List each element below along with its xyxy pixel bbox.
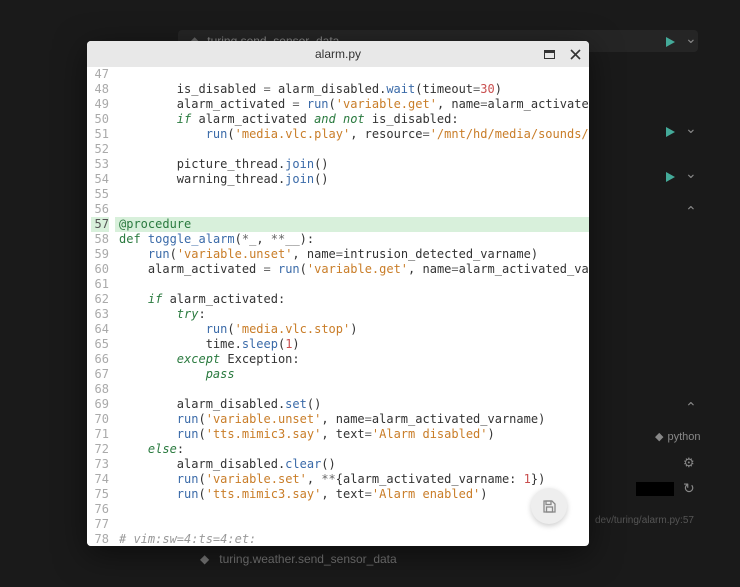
line-number: 78 [91,532,109,546]
code-line[interactable]: run('variable.unset', name=intrusion_det… [115,247,589,262]
code-line[interactable]: def toggle_alarm(*_, **__): [115,232,589,247]
code-content[interactable]: is_disabled = alarm_disabled.wait(timeou… [115,67,589,546]
code-line[interactable]: @procedure [115,217,589,232]
line-number: 69 [91,397,109,412]
line-number: 72 [91,442,109,457]
settings-icon[interactable]: ⚙ [683,455,695,471]
line-number: 55 [91,187,109,202]
line-number: 71 [91,427,109,442]
run-icon[interactable] [660,122,680,142]
chevron-up-icon[interactable]: ⌄ [685,202,697,219]
file-path: dev/turing/alarm.py:57 [595,515,694,526]
line-number: 76 [91,502,109,517]
run-icon[interactable] [660,32,680,52]
line-number: 77 [91,517,109,532]
code-line[interactable] [115,517,589,532]
line-number: 62 [91,292,109,307]
code-line[interactable] [115,277,589,292]
line-number: 65 [91,337,109,352]
code-line[interactable]: pass [115,367,589,382]
code-line[interactable]: is_disabled = alarm_disabled.wait(timeou… [115,82,589,97]
refresh-icon[interactable]: ↻ [683,480,695,497]
line-number: 47 [91,67,109,82]
line-number: 50 [91,112,109,127]
line-number: 52 [91,142,109,157]
code-line[interactable]: alarm_disabled.set() [115,397,589,412]
line-number: 53 [91,157,109,172]
code-line[interactable]: if alarm_activated and not is_disabled: [115,112,589,127]
diamond-icon: ◆ [655,430,663,443]
code-line[interactable] [115,187,589,202]
chevron-down-icon[interactable]: ⌄ [685,30,697,47]
window-title: alarm.py [315,47,361,61]
save-icon [542,499,557,514]
line-number: 56 [91,202,109,217]
line-number: 51 [91,127,109,142]
code-line[interactable] [115,67,589,82]
editor-area[interactable]: 4748495051525354555657585960616263646566… [87,67,589,546]
code-line[interactable]: alarm_activated = run('variable.get', na… [115,262,589,277]
code-line[interactable]: run('media.vlc.stop') [115,322,589,337]
chevron-down-icon[interactable]: ⌄ [685,165,697,182]
code-line[interactable]: run('tts.mimic3.say', text='Alarm enable… [115,487,589,502]
line-gutter: 4748495051525354555657585960616263646566… [87,67,115,546]
line-number: 63 [91,307,109,322]
code-line[interactable]: picture_thread.join() [115,157,589,172]
line-number: 58 [91,232,109,247]
line-number: 49 [91,97,109,112]
save-fab[interactable] [531,488,567,524]
line-number: 66 [91,352,109,367]
code-line[interactable]: run('variable.unset', name=alarm_activat… [115,412,589,427]
line-number: 70 [91,412,109,427]
code-line[interactable]: run('tts.mimic3.say', text='Alarm disabl… [115,427,589,442]
empty-badge [636,482,674,496]
maximize-icon [544,50,555,59]
close-button[interactable] [567,46,583,62]
line-number: 57 [91,217,109,232]
code-line[interactable]: run('media.vlc.play', resource='/mnt/hd/… [115,127,589,142]
code-line[interactable] [115,502,589,517]
code-line[interactable]: # vim:sw=4:ts=4:et: [115,532,589,546]
code-line[interactable]: if alarm_activated: [115,292,589,307]
bg-row: ◆ turing.weather.send_sensor_data [200,552,397,566]
code-line[interactable]: except Exception: [115,352,589,367]
line-number: 74 [91,472,109,487]
code-line[interactable]: warning_thread.join() [115,172,589,187]
code-line[interactable]: alarm_disabled.clear() [115,457,589,472]
code-line[interactable]: run('variable.set', **{alarm_activated_v… [115,472,589,487]
line-number: 54 [91,172,109,187]
line-number: 73 [91,457,109,472]
code-line[interactable]: alarm_activated = run('variable.get', na… [115,97,589,112]
code-line[interactable]: time.sleep(1) [115,337,589,352]
close-icon [570,49,581,60]
maximize-button[interactable] [541,46,557,62]
code-editor-modal: alarm.py 4748495051525354555657585960616… [87,41,589,546]
line-number: 48 [91,82,109,97]
line-number: 67 [91,367,109,382]
chevron-up-icon[interactable]: ⌄ [685,398,697,415]
code-line[interactable]: else: [115,442,589,457]
line-number: 59 [91,247,109,262]
code-line[interactable] [115,142,589,157]
language-tag: ◆ python [655,430,701,443]
line-number: 75 [91,487,109,502]
code-line[interactable]: try: [115,307,589,322]
line-number: 61 [91,277,109,292]
line-number: 68 [91,382,109,397]
run-icon[interactable] [660,167,680,187]
code-line[interactable] [115,382,589,397]
bullet-icon: ◆ [200,552,209,566]
titlebar: alarm.py [87,41,589,67]
line-number: 64 [91,322,109,337]
line-number: 60 [91,262,109,277]
code-line[interactable] [115,202,589,217]
chevron-down-icon[interactable]: ⌄ [685,120,697,137]
